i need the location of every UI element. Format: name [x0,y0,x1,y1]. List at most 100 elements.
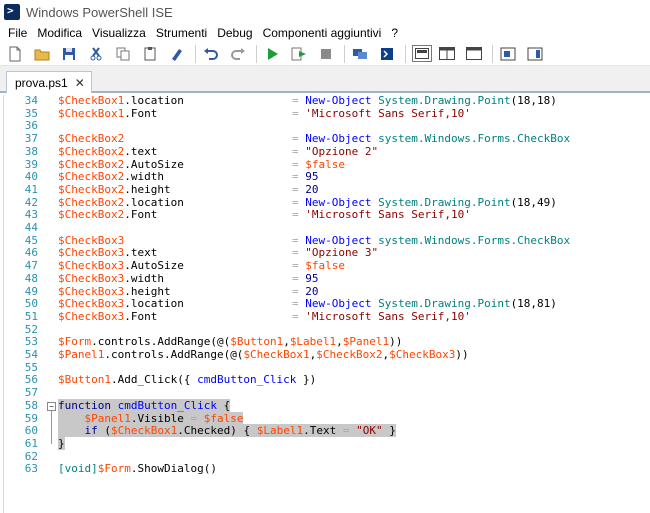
code-token: $CheckBox1 [58,95,125,107]
code-token: $CheckBox3 [389,348,456,361]
code-token: .Font [124,208,158,222]
code-token: $Panel1 [84,411,131,425]
code-token: .AutoSize [124,259,184,273]
paste-icon[interactable] [141,45,159,63]
window-title: Windows PowerShell ISE [26,4,173,20]
code-token: $Label1 [289,335,337,349]
code-line[interactable]: 57 [0,386,650,400]
redo-icon[interactable] [229,45,247,63]
cut-icon[interactable] [87,45,105,63]
code-token: = [292,132,306,146]
line-number: 37 [24,132,38,146]
code-token: { [216,398,231,412]
code-token: system.Windows.Forms.CheckBox [378,132,571,146]
collapse-region-icon[interactable]: − [47,401,56,411]
code-token: = [292,259,306,273]
line-number: 38 [24,144,38,158]
code-token: 'Microsoft Sans Serif,10' [305,309,471,323]
powershell-app-icon [4,4,20,20]
code-token: )) [455,348,469,361]
code-token: .controls.AddRange(@( [104,348,244,361]
fold-guide-line [51,410,52,444]
code-token: $Label1 [256,424,304,438]
code-token: $CheckBox2 [58,182,125,196]
code-line[interactable]: 51 $CheckBox3.Font = 'Microsoft Sans Serif… [0,309,650,324]
code-token: $CheckBox3 [58,284,125,298]
code-token: New-Object [305,195,372,209]
code-token: function [58,398,111,412]
code-text: [void]$Form.ShowDialog() [58,462,217,476]
code-token: = [336,424,357,438]
code-token: $CheckBox2 [58,157,125,171]
line-number: 34 [24,95,38,107]
toolbar-separator [256,44,257,63]
code-text: if ($CheckBox1.Checked) { $Label1.Text =… [58,424,396,438]
code-token: Text [309,424,337,438]
code-token: Checked) { [183,424,257,438]
code-token: .Font [124,309,158,323]
line-number: 63 [24,462,38,476]
code-token: = [292,233,306,247]
show-commands-icon[interactable] [499,45,517,63]
menu-visualizza[interactable]: Visualizza [88,26,152,40]
line-number: 41 [24,182,38,196]
open-folder-icon[interactable] [33,45,51,63]
code-token: .text [124,246,158,260]
layout-script-top-icon[interactable] [412,45,432,62]
code-line[interactable]: 56 $Button1.Add_Click({ cmdButton_Click }… [0,374,650,387]
code-token: $Button1 [58,373,111,387]
close-tab-icon[interactable]: ✕ [75,76,85,90]
copy-icon[interactable] [114,45,132,63]
code-token: 'Microsoft Sans Serif,10' [305,208,471,222]
code-token: $CheckBox2 [316,348,383,361]
undo-icon[interactable] [202,45,220,63]
code-token: = [292,246,306,260]
code-line[interactable]: 54 $Panel1.controls.AddRange(@($CheckBox1… [0,348,650,362]
code-assignment: = 'Microsoft Sans Serif,10' [292,208,471,222]
menu-help[interactable]: ? [387,26,404,40]
code-token: System.Drawing.Point [378,95,511,107]
code-token: .Font [124,106,158,120]
code-token: New-Object [305,233,372,247]
code-token: 20 [305,182,319,196]
save-icon[interactable] [60,45,78,63]
stop-icon[interactable] [317,45,335,63]
code-line[interactable]: 63 [void]$Form.ShowDialog() [0,462,650,476]
code-token: .AutoSize [124,157,184,171]
code-token: } [58,436,65,450]
script-tab-strip: prova.ps1 ✕ [0,66,650,93]
layout-script-right-icon[interactable] [438,45,456,63]
code-token: if [84,424,98,438]
clear-console-icon[interactable] [168,45,186,63]
menu-strumenti[interactable]: Strumenti [152,26,213,40]
new-file-icon[interactable] [6,45,24,63]
code-line[interactable]: 58− function cmdButton_Click { [0,398,650,413]
run-selection-icon[interactable] [290,45,308,63]
code-line[interactable]: 43 $CheckBox2.Font = 'Microsoft Sans Serif… [0,208,650,222]
remote-powershell-icon[interactable] [351,45,369,63]
line-number: 47 [24,259,38,273]
code-token: $CheckBox3 [58,233,125,247]
menu-modifica[interactable]: Modifica [33,26,88,40]
menu-file[interactable]: File [4,26,33,40]
powershell-console-icon[interactable] [378,45,396,63]
toolbar-separator [344,44,345,63]
code-line[interactable]: 60 if ($CheckBox1.Checked) { $Label1.Tex… [0,424,650,438]
code-line[interactable]: 35 $CheckBox1.Font = 'Microsoft Sans Serif… [0,106,650,121]
run-script-icon[interactable] [263,45,281,63]
layout-script-maximized-icon[interactable] [465,45,483,63]
tab-prova-ps1[interactable]: prova.ps1 ✕ [6,71,92,93]
code-token: $Button1 [230,335,284,349]
menu-debug[interactable]: Debug [213,26,258,40]
menu-componenti-aggiuntivi[interactable]: Componenti aggiuntivi [259,26,388,40]
code-token: $CheckBox2 [58,208,125,222]
code-token: New-Object [305,95,372,107]
line-number: 57 [24,386,38,400]
show-addon-icon[interactable] [526,45,544,63]
script-editor[interactable]: 34 $CheckBox1.location = New-Object System… [0,95,650,513]
code-token: [void] [58,462,98,476]
code-token: = [292,182,306,196]
code-line[interactable]: 61} [0,436,650,451]
line-number: 44 [24,221,38,234]
code-token: . [303,424,310,438]
